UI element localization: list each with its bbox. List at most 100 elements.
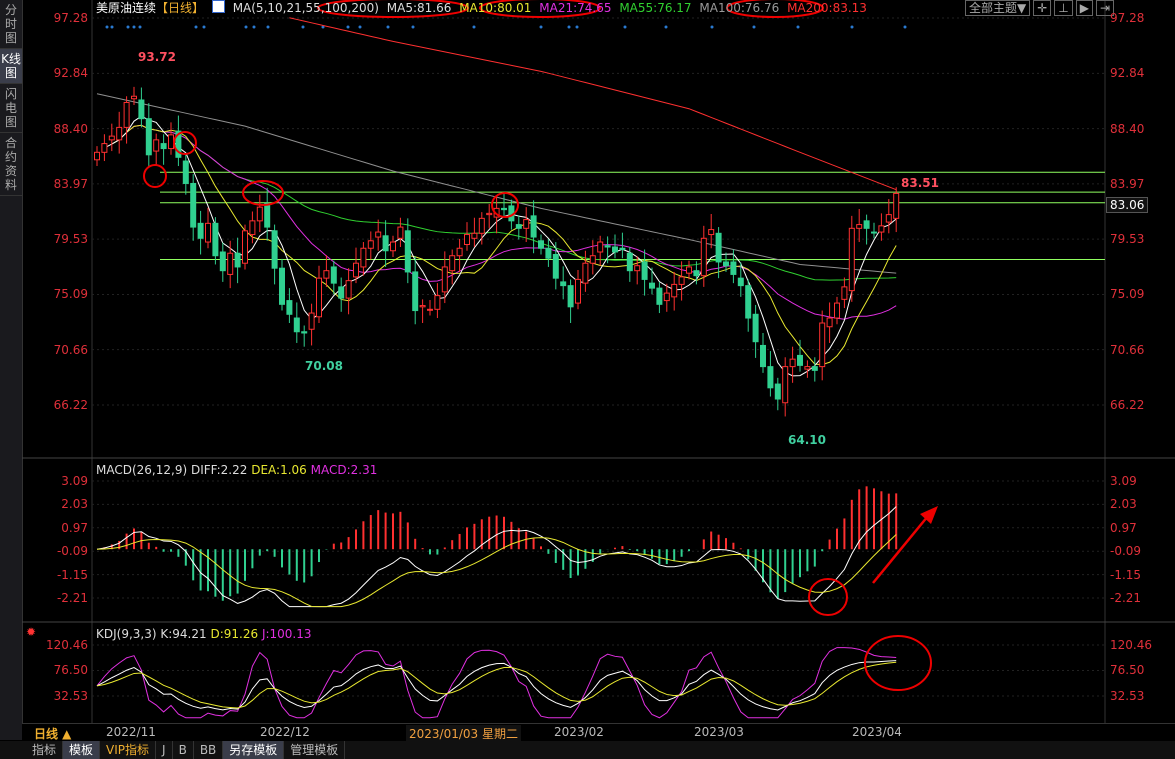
- signal-dot: [386, 25, 390, 29]
- signal-dot: [575, 25, 579, 29]
- kdj-j-line: [96, 647, 897, 719]
- candle-down: [649, 282, 655, 289]
- chart-header: 美原油连续【日线】 MA(5,10,21,55,100,200) MA5:81.…: [96, 0, 871, 16]
- candle-up: [885, 214, 892, 223]
- tab-bb[interactable]: BB: [194, 741, 224, 759]
- theme-select[interactable]: 全部主题▼: [965, 0, 1031, 16]
- tab-manage-template[interactable]: 管理模板: [284, 741, 346, 759]
- signal-dot: [252, 25, 256, 29]
- signal-dot: [710, 25, 714, 29]
- price-tick: 66.22: [1110, 398, 1145, 412]
- period-toggle[interactable]: 日线 ▲: [34, 725, 71, 742]
- macd-value: MACD:2.31: [310, 463, 378, 477]
- kdj-d-line: [96, 661, 897, 709]
- tab-b[interactable]: B: [173, 741, 194, 759]
- date-label: 2022/11: [106, 725, 156, 739]
- price-tick: 88.40: [53, 121, 88, 136]
- candle-up: [427, 308, 433, 311]
- candle-up: [316, 277, 322, 318]
- ma10-line: [111, 124, 897, 366]
- candle-up: [101, 143, 108, 153]
- candle-up: [575, 278, 581, 304]
- date-label: 2023/02: [554, 725, 604, 739]
- indicator-settings-icon[interactable]: ✹: [26, 625, 36, 639]
- candle-up: [249, 220, 256, 236]
- tab-indicator[interactable]: 指标: [26, 741, 64, 759]
- tab-vip-indicator[interactable]: VIP指标: [100, 741, 157, 759]
- candle-down: [301, 331, 308, 334]
- candle-down: [330, 266, 337, 284]
- ma10-value: MA10:80.01: [459, 1, 532, 15]
- candle-up: [360, 247, 367, 268]
- candle-up: [789, 358, 796, 368]
- candle-up: [708, 229, 715, 236]
- zoom-axis-icon[interactable]: ⊥: [1054, 0, 1073, 16]
- price-tick: 75.09: [53, 287, 88, 302]
- candle-down: [530, 215, 537, 238]
- signal-dot: [138, 25, 142, 29]
- candle-up: [486, 212, 493, 216]
- candle-down: [338, 286, 345, 299]
- play-icon[interactable]: ▶: [1075, 0, 1093, 16]
- kdj-k: K:94.21: [160, 627, 207, 641]
- candle-down: [560, 281, 567, 287]
- price-tick: 70.66: [1110, 342, 1145, 357]
- kdj-tick: 32.53: [53, 689, 88, 703]
- candle-up: [227, 252, 234, 275]
- candle-up: [256, 206, 263, 222]
- signal-dot: [664, 25, 668, 29]
- candle-down: [811, 366, 818, 371]
- tab-j[interactable]: J: [156, 741, 173, 759]
- macd-tick: -2.21: [56, 591, 88, 605]
- crosshair-icon[interactable]: ✛: [1033, 0, 1052, 16]
- price-tick: 97.28: [53, 11, 88, 25]
- candle-down: [619, 247, 626, 251]
- tab-template[interactable]: 模板: [63, 741, 101, 759]
- signal-dot: [539, 25, 543, 29]
- annotation-circle: [864, 635, 932, 691]
- price-tick: 66.22: [53, 398, 88, 412]
- signal-dot: [358, 25, 362, 29]
- kline-chart[interactable]: [0, 0, 1175, 759]
- tab-save-template[interactable]: 另存模板: [223, 741, 285, 759]
- signal-dot: [850, 25, 854, 29]
- kdj-tick: 120.46: [46, 638, 88, 652]
- candle-up: [700, 237, 707, 277]
- candle-down: [567, 285, 574, 308]
- candle-up: [782, 366, 789, 404]
- candle-up: [345, 280, 352, 299]
- candle-down: [382, 235, 389, 252]
- candle-down: [871, 231, 877, 234]
- signal-dot: [796, 25, 800, 29]
- ma5-value: MA5:81.66: [386, 1, 452, 15]
- chart-type-icon[interactable]: [211, 0, 225, 13]
- signal-dot: [623, 25, 627, 29]
- candle-down: [404, 230, 411, 273]
- macd-tick: 3.09: [61, 474, 88, 488]
- signal-dot: [202, 25, 206, 29]
- candle-up: [94, 151, 100, 161]
- macd-tick: -0.09: [1110, 544, 1142, 559]
- candle-down: [234, 252, 241, 268]
- kdj-d: D:91.26: [210, 627, 259, 641]
- candle-down: [863, 220, 870, 229]
- ma21-value: MA21:74.65: [539, 1, 612, 15]
- candle-down: [797, 354, 803, 366]
- candle-down: [197, 222, 204, 239]
- candle-down: [767, 366, 774, 389]
- candle-up: [819, 322, 826, 368]
- price-tick: 92.84: [1110, 66, 1145, 81]
- candle-down: [612, 246, 618, 253]
- kdj-tick: 32.53: [1110, 689, 1145, 703]
- kdj-j: J:100.13: [261, 627, 312, 641]
- candle-up: [449, 255, 456, 272]
- candle-up: [353, 262, 359, 278]
- candle-up: [478, 217, 485, 234]
- kdj-tick: 76.50: [1110, 663, 1145, 678]
- candle-up: [678, 276, 685, 285]
- candle-down: [279, 267, 285, 305]
- signal-dot: [105, 25, 109, 29]
- price-tick: 97.28: [1110, 11, 1145, 25]
- candle-down: [745, 285, 752, 319]
- price-tick: 70.66: [53, 342, 88, 357]
